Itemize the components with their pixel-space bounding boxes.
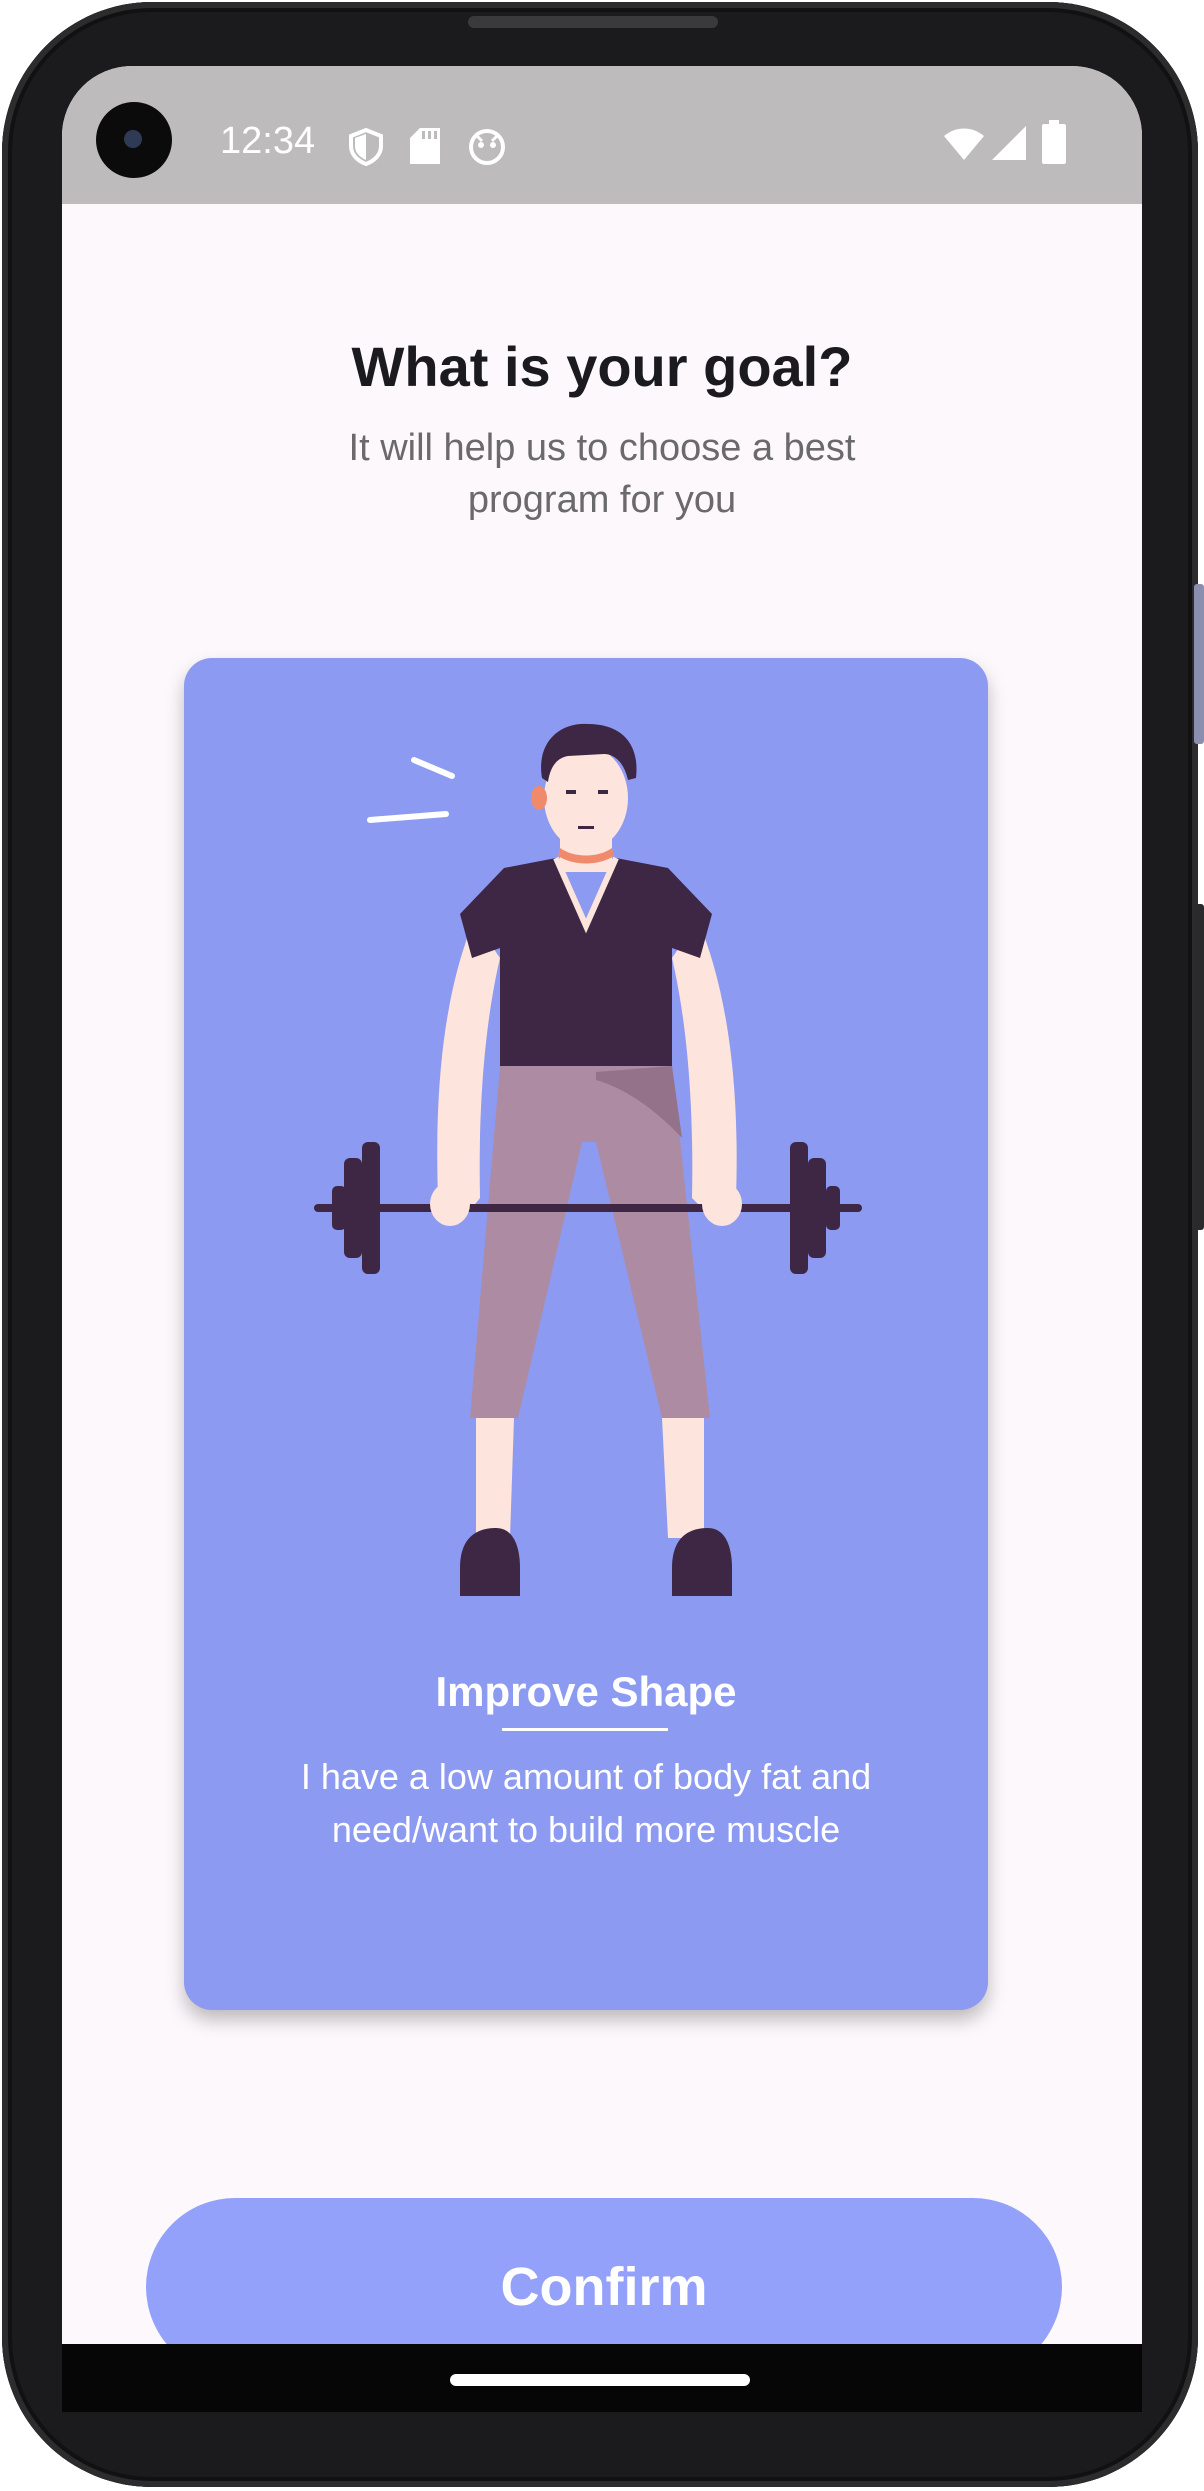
screen: 12:34 What is your goal? It will help us… [62,66,1142,2344]
confirm-button[interactable]: Confirm [146,2198,1062,2344]
page-title: What is your goal? [351,335,853,398]
goal-card-improve-shape[interactable]: Improve Shape I have a low amount of bod… [184,658,988,2010]
power-button [1194,904,1204,1230]
face-icon [469,129,505,165]
goal-title-underline [502,1728,668,1731]
phone-device: 12:34 What is your goal? It will help us… [0,0,1204,2491]
signal-icon [992,126,1026,160]
status-time: 12:34 [220,120,316,162]
goal-title: Improve Shape [435,1668,737,1715]
home-indicator[interactable] [450,2374,750,2386]
sd-card-icon [410,128,440,164]
goal-description: I have a low amount of body fat and need… [300,1756,872,1850]
man-lifting-barbell-illustration [314,723,862,1596]
battery-icon [1042,120,1066,164]
gesture-navigation-bar [62,2344,1142,2412]
front-camera [96,102,172,178]
volume-button [1194,584,1204,744]
goal-selection-page: What is your goal? It will help us to ch… [62,204,1142,2344]
shield-icon [349,128,383,166]
earpiece-speaker [468,16,718,28]
wifi-icon [944,128,984,160]
status-bar: 12:34 [62,66,1142,204]
page-subtitle: It will help us to choose a best program… [348,427,856,521]
